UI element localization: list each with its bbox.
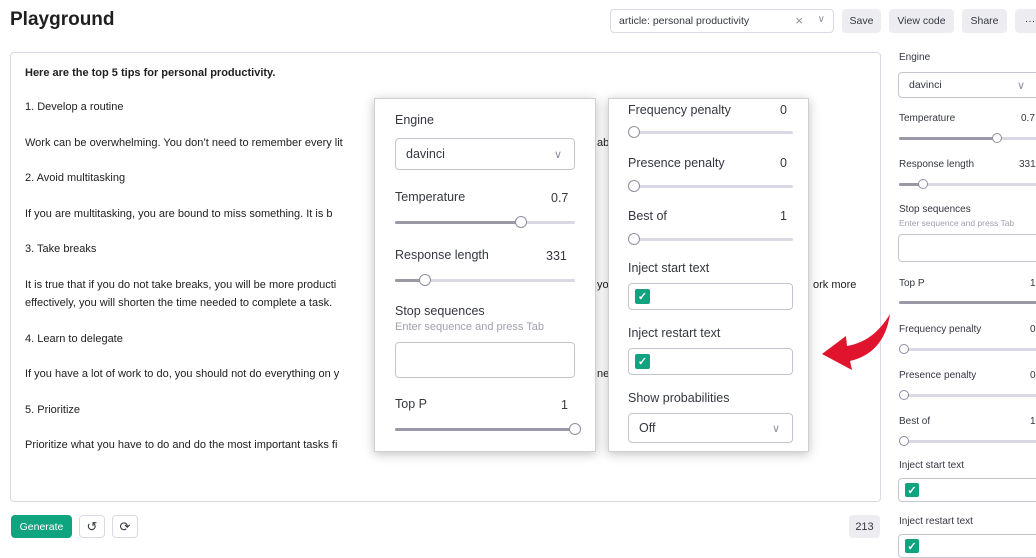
editor-line: 5. Prioritize <box>25 404 81 416</box>
best-of-slider[interactable] <box>628 233 793 245</box>
editor-line: 4. Learn to delegate <box>25 333 123 345</box>
checkbox-checked-icon[interactable]: ✓ <box>905 539 919 553</box>
temperature-label: Temperature <box>899 113 956 124</box>
engine-select[interactable]: davinci ∨ <box>898 72 1036 98</box>
inject-start-field[interactable]: ✓ <box>628 283 793 310</box>
response-length-value: 331 <box>546 249 567 263</box>
temperature-slider[interactable] <box>395 216 575 228</box>
response-length-value: 331 <box>1019 159 1036 170</box>
more-button[interactable]: ··· <box>1015 9 1036 33</box>
presence-penalty-label: Presence penalty <box>899 370 977 381</box>
stop-sequences-input[interactable] <box>395 342 575 378</box>
engine-value: davinci <box>406 147 445 161</box>
presence-penalty-value: 0 <box>1030 370 1036 381</box>
editor-line: ork more <box>813 279 857 291</box>
zoom-panel-left: Engine davinci ∨ Temperature 0.7 Respons… <box>374 98 596 452</box>
best-of-slider[interactable] <box>899 436 1036 446</box>
inject-start-label: Inject start text <box>628 261 710 275</box>
best-of-label: Best of <box>628 209 667 223</box>
presence-penalty-slider[interactable] <box>628 180 793 192</box>
show-probabilities-select[interactable]: Off ∨ <box>628 413 793 443</box>
response-length-slider[interactable] <box>899 179 1036 189</box>
temperature-value: 0.7 <box>551 191 569 205</box>
regenerate-icon[interactable]: ⟳ <box>112 515 138 538</box>
frequency-penalty-slider[interactable] <box>628 126 793 138</box>
inject-restart-label: Inject restart text <box>628 326 721 340</box>
inject-start-label: Inject start text <box>899 460 965 471</box>
checkbox-checked-icon[interactable]: ✓ <box>905 483 919 497</box>
checkbox-checked-icon[interactable]: ✓ <box>635 354 650 369</box>
show-probabilities-value: Off <box>639 421 656 435</box>
show-probabilities-label: Show probabilities <box>628 391 730 405</box>
checkbox-checked-icon[interactable]: ✓ <box>635 289 650 304</box>
editor-line: effectively, you will shorten the time n… <box>25 297 333 309</box>
presence-penalty-value: 0 <box>780 156 787 170</box>
token-count: 213 <box>849 515 880 538</box>
best-of-value: 1 <box>780 209 787 223</box>
inject-restart-field[interactable]: ✓ <box>628 348 793 375</box>
frequency-penalty-slider[interactable] <box>899 344 1036 354</box>
top-p-label: Top P <box>395 397 427 411</box>
generate-button[interactable]: Generate <box>11 515 72 538</box>
engine-select[interactable]: davinci ∨ <box>395 138 575 170</box>
settings-sidebar: Engine davinci ∨ Temperature 0.7 Respons… <box>889 44 1036 558</box>
top-p-slider[interactable] <box>899 301 1036 304</box>
inject-restart-label: Inject restart text <box>899 516 973 527</box>
stop-sequences-hint: Enter sequence and press Tab <box>899 218 1015 228</box>
top-p-slider[interactable] <box>395 423 581 435</box>
response-length-label: Response length <box>395 248 489 262</box>
top-p-value: 1 <box>561 398 568 412</box>
top-p-label: Top P <box>899 278 925 289</box>
top-p-value: 1 <box>1030 278 1036 289</box>
editor-line: Prioritize what you have to do and do th… <box>25 439 338 451</box>
presence-penalty-label: Presence penalty <box>628 156 725 170</box>
share-button[interactable]: Share <box>962 9 1007 33</box>
stop-sequences-input[interactable] <box>898 234 1036 262</box>
editor-line: 3. Take breaks <box>25 243 97 255</box>
stop-sequences-hint: Enter sequence and press Tab <box>395 321 545 333</box>
chevron-down-icon: ∨ <box>553 148 562 161</box>
frequency-penalty-value: 0 <box>780 103 787 117</box>
preset-select[interactable]: article: personal productivity × ∨ <box>610 9 834 33</box>
editor-line: 1. Develop a routine <box>25 101 124 113</box>
best-of-label: Best of <box>899 416 931 427</box>
editor-line: It is true that if you do not take break… <box>25 279 337 291</box>
page-title: Playground <box>10 9 115 30</box>
engine-label: Engine <box>899 52 931 63</box>
editor-line: If you are multitasking, you are bound t… <box>25 208 333 220</box>
stop-sequences-label: Stop sequences <box>395 304 485 318</box>
chevron-down-icon: ∨ <box>1016 79 1025 92</box>
chevron-down-icon: ∨ <box>771 422 780 435</box>
editor-line: If you have a lot of work to do, you sho… <box>25 368 340 380</box>
red-arrow-icon <box>822 314 890 370</box>
chevron-down-icon: ∨ <box>817 14 825 25</box>
save-button[interactable]: Save <box>842 9 881 33</box>
undo-icon[interactable]: ↺ <box>79 515 105 538</box>
response-length-slider[interactable] <box>395 274 575 286</box>
frequency-penalty-label: Frequency penalty <box>899 324 982 335</box>
stop-sequences-label: Stop sequences <box>899 204 971 215</box>
presence-penalty-slider[interactable] <box>899 390 1036 400</box>
editor-line: Work can be overwhelming. You don’t need… <box>25 137 343 149</box>
inject-start-field[interactable]: ✓ <box>898 478 1036 502</box>
clear-icon[interactable]: × <box>795 13 803 28</box>
frequency-penalty-value: 0 <box>1030 324 1036 335</box>
frequency-penalty-label: Frequency penalty <box>628 103 731 117</box>
best-of-value: 1 <box>1030 416 1036 427</box>
temperature-label: Temperature <box>395 190 466 204</box>
inject-restart-field[interactable]: ✓ <box>898 534 1036 558</box>
engine-label: Engine <box>395 113 434 127</box>
engine-value: davinci <box>909 79 942 91</box>
response-length-label: Response length <box>899 159 975 170</box>
view-code-button[interactable]: View code <box>889 9 954 33</box>
zoom-panel-right: Frequency penalty 0 Presence penalty 0 B… <box>608 98 809 452</box>
temperature-value: 0.7 <box>1021 113 1035 124</box>
editor-line: 2. Avoid multitasking <box>25 172 126 184</box>
preset-value: article: personal productivity <box>619 15 750 27</box>
editor-line: Here are the top 5 tips for personal pro… <box>25 67 276 79</box>
temperature-slider[interactable] <box>899 133 1036 143</box>
